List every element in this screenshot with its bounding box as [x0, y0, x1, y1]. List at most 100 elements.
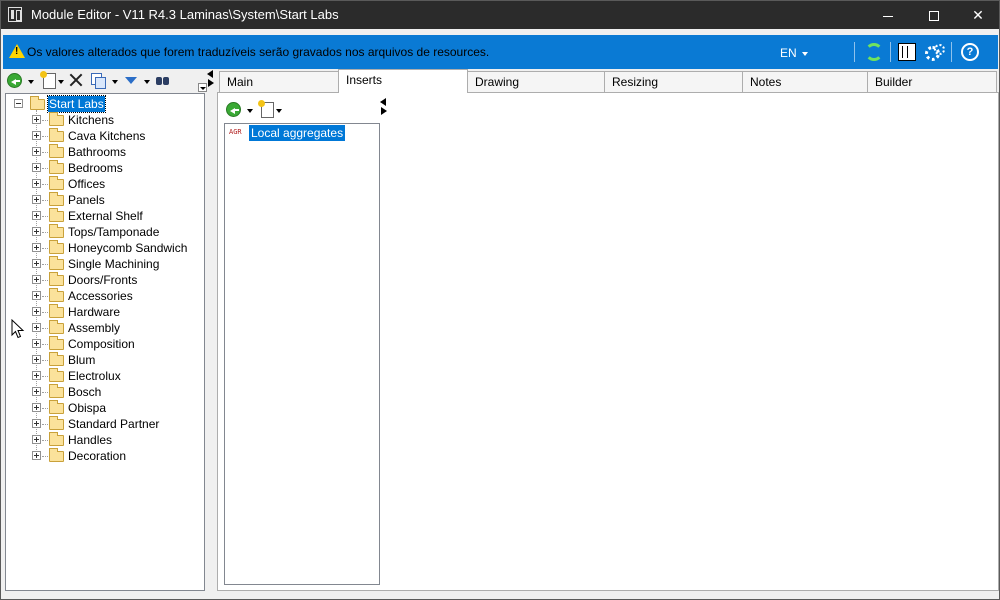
close-button[interactable]: ✕ — [955, 1, 1000, 29]
tree-item-label[interactable]: Hardware — [67, 304, 121, 320]
expand-icon[interactable] — [32, 115, 41, 124]
help-icon[interactable]: ? — [961, 43, 979, 61]
refresh-icon[interactable] — [865, 43, 883, 61]
expand-icon[interactable] — [32, 275, 41, 284]
collapse-icon[interactable] — [14, 99, 23, 108]
tree-item-label[interactable]: Handles — [67, 432, 113, 448]
folder-icon — [49, 128, 64, 142]
tree-item-label[interactable]: Cava Kitchens — [67, 128, 146, 144]
toolbar-overflow-button[interactable] — [198, 83, 207, 92]
tree-item-label[interactable]: Assembly — [67, 320, 121, 336]
expand-icon[interactable] — [32, 371, 41, 380]
tree-item-label[interactable]: Honeycomb Sandwich — [67, 240, 188, 256]
tree-item-label[interactable]: Bosch — [67, 384, 102, 400]
folder-icon — [49, 400, 64, 414]
move-down-icon[interactable] — [125, 77, 137, 87]
splitter-toggle-icon[interactable] — [380, 98, 388, 115]
tree-item-label[interactable]: Kitchens — [67, 112, 115, 128]
folder-icon — [49, 192, 64, 206]
new-item-icon[interactable] — [258, 100, 274, 118]
tree-item-label[interactable]: Electrolux — [67, 368, 122, 384]
folder-icon — [49, 256, 64, 270]
delete-icon[interactable] — [69, 73, 83, 87]
mouse-cursor-icon — [11, 319, 25, 339]
close-icon: ✕ — [972, 7, 984, 23]
tab-main[interactable]: Main — [219, 71, 339, 92]
tree-item-label[interactable]: Decoration — [67, 448, 127, 464]
chevron-down-icon[interactable] — [58, 80, 64, 84]
folder-icon — [49, 432, 64, 446]
insert-label[interactable]: Local aggregates — [249, 125, 346, 141]
tree-item-label[interactable]: Composition — [67, 336, 136, 352]
editor-panel: Main Inserts Drawing Resizing Notes Buil… — [217, 69, 999, 591]
expand-icon[interactable] — [32, 387, 41, 396]
tab-inserts[interactable]: Inserts — [338, 69, 468, 93]
tree-item-label[interactable]: Blum — [67, 352, 96, 368]
expand-icon[interactable] — [32, 307, 41, 316]
expand-icon[interactable] — [32, 419, 41, 428]
expand-icon[interactable] — [32, 339, 41, 348]
expand-icon[interactable] — [32, 243, 41, 252]
tree-item-label[interactable]: Tops/Tamponade — [67, 224, 160, 240]
tree-root-label[interactable]: Start Labs — [47, 95, 106, 113]
folder-icon — [49, 352, 64, 366]
expand-icon[interactable] — [32, 227, 41, 236]
tab-notes[interactable]: Notes — [742, 71, 868, 92]
tree-item-label[interactable]: External Shelf — [67, 208, 144, 224]
settings-icon[interactable] — [924, 43, 945, 61]
tree-item-label[interactable]: Accessories — [67, 288, 134, 304]
tree-item-label[interactable]: Offices — [67, 176, 106, 192]
expand-icon[interactable] — [32, 291, 41, 300]
chevron-down-icon[interactable] — [144, 80, 150, 84]
tree-item-label[interactable]: Bathrooms — [67, 144, 127, 160]
expand-icon[interactable] — [32, 195, 41, 204]
splitter-toggle-icon[interactable] — [207, 70, 215, 87]
tree-item-label[interactable]: Single Machining — [67, 256, 160, 272]
folder-icon — [49, 368, 64, 382]
expand-icon[interactable] — [32, 211, 41, 220]
new-item-icon[interactable] — [40, 71, 56, 89]
tab-builder[interactable]: Builder — [867, 71, 997, 92]
inserts-list[interactable]: AGR Local aggregates — [224, 123, 380, 585]
expand-icon[interactable] — [32, 131, 41, 140]
tree-item-label[interactable]: Standard Partner — [67, 416, 160, 432]
expand-icon[interactable] — [32, 259, 41, 268]
layout-icon[interactable] — [898, 43, 916, 61]
expand-icon[interactable] — [32, 435, 41, 444]
expand-icon[interactable] — [32, 323, 41, 332]
chevron-down-icon[interactable] — [276, 109, 282, 113]
warning-icon — [9, 44, 25, 58]
find-icon[interactable] — [155, 73, 171, 87]
expand-icon[interactable] — [32, 451, 41, 460]
expand-icon[interactable] — [32, 179, 41, 188]
expand-icon[interactable] — [32, 147, 41, 156]
tree-item-label[interactable]: Doors/Fronts — [67, 272, 138, 288]
folder-icon — [49, 336, 64, 350]
title-bar[interactable]: Module Editor - V11 R4.3 Laminas\System\… — [1, 1, 999, 29]
expand-icon[interactable] — [32, 403, 41, 412]
folder-icon — [49, 112, 64, 126]
tree-item-label[interactable]: Obispa — [67, 400, 107, 416]
chevron-down-icon[interactable] — [247, 109, 253, 113]
tree-item-label[interactable]: Panels — [67, 192, 106, 208]
copy-icon[interactable] — [91, 73, 106, 89]
minimize-button[interactable] — [865, 1, 911, 29]
chevron-down-icon — [801, 51, 808, 56]
folder-icon — [49, 384, 64, 398]
tab-resizing[interactable]: Resizing — [604, 71, 743, 92]
tree-view[interactable]: Start Labs Kitchens Cava Kitchens Bathroom… — [5, 93, 205, 591]
info-message: Os valores alterados que forem traduzíve… — [27, 45, 490, 59]
chevron-down-icon[interactable] — [28, 80, 34, 84]
tree-item-label[interactable]: Bedrooms — [67, 160, 124, 176]
language-dropdown[interactable]: EN — [780, 46, 808, 60]
tab-strip: Main Inserts Drawing Resizing Notes Buil… — [217, 69, 999, 93]
expand-icon[interactable] — [32, 163, 41, 172]
inserts-toolbar — [224, 100, 374, 119]
expand-icon[interactable] — [32, 355, 41, 364]
chevron-down-icon[interactable] — [112, 80, 118, 84]
back-icon[interactable] — [7, 73, 22, 88]
toolbar-separator — [854, 42, 855, 62]
maximize-button[interactable] — [911, 1, 957, 29]
tab-drawing[interactable]: Drawing — [467, 71, 605, 92]
back-icon[interactable] — [226, 102, 241, 117]
